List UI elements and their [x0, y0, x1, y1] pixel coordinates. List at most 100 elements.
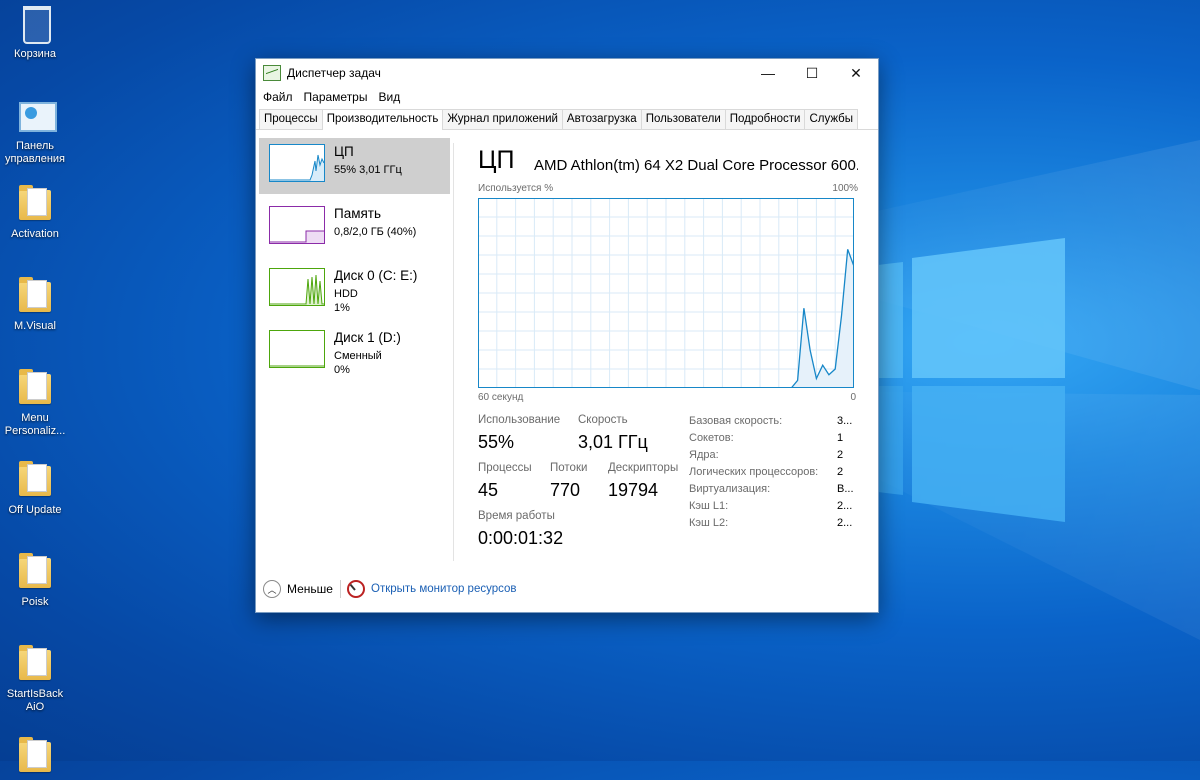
folder-icon — [19, 645, 51, 680]
l1-cache-label: Кэш L1: — [689, 500, 729, 512]
speed-label: Скорость — [578, 414, 628, 426]
graph-y-max-label: 100% — [832, 183, 858, 194]
resource-sub: HDD — [334, 288, 358, 300]
virtualization-value: В... — [837, 483, 854, 495]
resource-name: Диск 1 (D:) — [334, 330, 401, 345]
resource-name: Память — [334, 206, 382, 221]
menu-options[interactable]: Параметры — [299, 90, 374, 104]
maximize-button[interactable]: ☐ — [790, 59, 834, 87]
threads-label: Потоки — [550, 462, 588, 474]
speed-value: 3,01 ГГц — [578, 432, 648, 452]
l2-cache-value: 2... — [837, 517, 853, 529]
tab-performance[interactable]: Производительность — [321, 109, 444, 130]
close-button[interactable]: ✕ — [834, 59, 878, 87]
desktop-icon-label: Панель управления — [5, 140, 65, 165]
performance-content: ЦП 55% 3,01 ГГц Память 0,8/2,0 ГБ (40%) … — [256, 130, 878, 566]
window-title: Диспетчер задач — [287, 66, 381, 80]
resource-list: ЦП 55% 3,01 ГГц Память 0,8/2,0 ГБ (40%) … — [256, 138, 452, 386]
tab-users[interactable]: Пользователи — [640, 109, 726, 129]
resource-memory[interactable]: Память 0,8/2,0 ГБ (40%) — [259, 200, 450, 256]
desktop-icon-activation[interactable]: Activation — [0, 184, 70, 241]
desktop-icon-label: Off Update — [8, 504, 62, 516]
logical-processors-label: Логических процессоров: — [689, 466, 819, 478]
graph-x-end-label: 0 — [850, 392, 856, 403]
desktop-icon-partial[interactable] — [0, 736, 70, 780]
task-manager-icon — [263, 65, 281, 81]
desktop-icon-label: Activation — [11, 228, 59, 240]
resource-name: ЦП — [334, 144, 354, 159]
cpu-model-name: AMD Athlon(tm) 64 X2 Dual Core Processor… — [534, 157, 858, 174]
footer-separator — [340, 580, 341, 598]
open-resource-monitor-link[interactable]: Открыть монитор ресурсов — [347, 580, 517, 598]
sockets-value: 1 — [837, 432, 844, 444]
uptime-value: 0:00:01:32 — [478, 528, 564, 548]
l2-cache-label: Кэш L2: — [689, 517, 729, 529]
resource-monitor-label: Открыть монитор ресурсов — [371, 583, 517, 595]
tab-details[interactable]: Подробности — [724, 109, 806, 129]
handles-label: Дескрипторы — [608, 462, 679, 474]
processes-label: Процессы — [478, 462, 532, 474]
fewer-details-label: Меньше — [287, 582, 333, 596]
logical-processors-value: 2 — [837, 466, 844, 478]
folder-icon — [19, 277, 51, 312]
folder-icon — [19, 369, 51, 404]
folder-icon — [19, 737, 51, 772]
recycle-bin-icon — [23, 6, 51, 44]
uptime-label: Время работы — [478, 510, 555, 522]
desktop-icon-menu-personalizer[interactable]: Menu Personaliz... — [0, 368, 70, 438]
tab-startup[interactable]: Автозагрузка — [561, 109, 642, 129]
tab-processes[interactable]: Процессы — [259, 109, 323, 129]
cpu-usage-graph — [478, 198, 854, 388]
folder-icon — [19, 185, 51, 220]
folder-icon — [19, 461, 51, 496]
cpu-heading: ЦП — [478, 146, 515, 174]
menu-view[interactable]: Вид — [373, 90, 406, 104]
resource-sub: 0,8/2,0 ГБ (40%) — [334, 226, 417, 238]
resource-sub-2: 0% — [334, 364, 350, 376]
title-bar[interactable]: Диспетчер задач — ☐ ✕ — [256, 59, 878, 87]
desktop-icon-label: StartIsBack AiO — [6, 688, 64, 713]
base-speed-label: Базовая скорость: — [689, 415, 783, 427]
desktop-icon-startisback[interactable]: StartIsBack AiO — [0, 644, 70, 714]
desktop-icon-off-update[interactable]: Off Update — [0, 460, 70, 517]
pane-divider[interactable] — [453, 143, 454, 561]
resource-disk-1[interactable]: Диск 1 (D:) Сменный 0% — [259, 324, 450, 380]
fewer-details-button[interactable]: ︿ Меньше — [263, 580, 333, 598]
disk1-thumbnail-graph — [269, 330, 325, 368]
cpu-thumbnail-graph — [269, 144, 325, 182]
control-panel-icon — [19, 102, 57, 132]
usage-label: Использование — [478, 414, 561, 426]
resource-disk-0[interactable]: Диск 0 (C: E:) HDD 1% — [259, 262, 450, 318]
l1-cache-value: 2... — [837, 500, 853, 512]
sockets-label: Сокетов: — [689, 432, 734, 444]
tab-services[interactable]: Службы — [804, 109, 859, 129]
tab-bar: Процессы Производительность Журнал прило… — [256, 107, 878, 130]
desktop-icon-label: Корзина — [14, 48, 56, 60]
resource-monitor-icon — [347, 580, 365, 598]
resource-cpu[interactable]: ЦП 55% 3,01 ГГц — [259, 138, 450, 194]
threads-value: 770 — [550, 480, 581, 500]
desktop-icon-label: Menu Personaliz... — [4, 412, 66, 437]
usage-value: 55% — [478, 432, 515, 452]
resource-sub: 55% 3,01 ГГц — [334, 164, 402, 176]
desktop-icon-mvisual[interactable]: M.Visual — [0, 276, 70, 333]
menu-file[interactable]: Файл — [258, 90, 299, 104]
cores-value: 2 — [837, 449, 844, 461]
footer-bar: ︿ Меньше Открыть монитор ресурсов — [256, 566, 878, 612]
tab-app-history[interactable]: Журнал приложений — [442, 109, 563, 129]
resource-sub: Сменный — [334, 350, 382, 362]
task-manager-window: Диспетчер задач — ☐ ✕ Файл Параметры Вид… — [255, 58, 879, 613]
chevron-up-icon: ︿ — [263, 580, 281, 598]
desktop-icon-poisk[interactable]: Poisk — [0, 552, 70, 609]
resource-name: Диск 0 (C: E:) — [334, 268, 418, 283]
handles-value: 19794 — [608, 480, 659, 500]
graph-y-label: Используется % — [478, 183, 554, 194]
virtualization-label: Виртуализация: — [689, 483, 771, 495]
folder-icon — [19, 553, 51, 588]
resource-sub-2: 1% — [334, 302, 350, 314]
desktop-icon-recycle-bin[interactable]: Корзина — [0, 4, 70, 61]
desktop-icon-label: M.Visual — [14, 320, 56, 332]
desktop-icon-control-panel[interactable]: Панель управления — [0, 96, 70, 166]
minimize-button[interactable]: — — [746, 59, 790, 87]
processes-value: 45 — [478, 480, 499, 500]
